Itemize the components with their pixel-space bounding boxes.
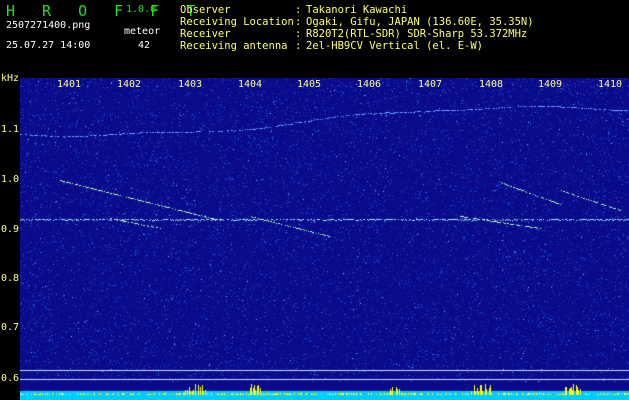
- x-tick-1402: 1402: [117, 79, 142, 90]
- observer-value: Takanori Kawachi: [306, 4, 408, 16]
- receiver-colon: :: [295, 28, 302, 40]
- x-tick-1407: 1407: [418, 79, 443, 90]
- observer-label: Observer: [180, 4, 231, 16]
- x-tick-1401: 1401: [57, 79, 82, 90]
- receiver-value: R820T2(RTL-SDR) SDR-Sharp 53.372MHz: [306, 28, 528, 40]
- unit-label: kHz: [1, 73, 20, 84]
- x-tick-1410: 1410: [598, 79, 623, 90]
- receiver-label: Receiver: [180, 28, 231, 40]
- x-tick-1406: 1406: [357, 79, 382, 90]
- header-panel: H R O F F T 1.0.0 2507271400.png 25.07.2…: [0, 0, 629, 78]
- x-tick-1409: 1409: [538, 79, 563, 90]
- y-tick-1-1: 1.1: [1, 124, 20, 135]
- app-version: 1.0.0: [126, 4, 157, 15]
- y-tick-0-7: 0.7: [1, 322, 20, 333]
- location-label: Receiving Location: [180, 16, 294, 28]
- x-tick-1405: 1405: [297, 79, 322, 90]
- x-tick-1408: 1408: [479, 79, 504, 90]
- date-time: 25.07.27 14:00: [6, 40, 91, 51]
- antenna-value: 2el-HB9CV Vertical (el. E-W): [306, 40, 484, 52]
- antenna-colon: :: [295, 40, 302, 52]
- x-tick-1404: 1404: [238, 79, 263, 90]
- observer-colon: :: [295, 4, 302, 16]
- mode-label: meteor: [124, 26, 161, 37]
- location-value: Ogaki, Gifu, JAPAN (136.60E, 35.35N): [306, 16, 534, 28]
- spectrogram-canvas: [20, 78, 629, 400]
- y-tick-1-0: 1.0: [1, 174, 20, 185]
- location-colon: :: [295, 16, 302, 28]
- y-tick-0-8: 0.8: [1, 273, 20, 284]
- x-tick-1403: 1403: [178, 79, 203, 90]
- meteor-count: 42: [138, 40, 151, 51]
- y-tick-0-9: 0.9: [1, 224, 20, 235]
- app-title: H R O F F T: [6, 2, 205, 20]
- file-name: 2507271400.png: [6, 20, 91, 31]
- y-tick-0-6: 0.6: [1, 373, 20, 384]
- antenna-label: Receiving antenna: [180, 40, 288, 52]
